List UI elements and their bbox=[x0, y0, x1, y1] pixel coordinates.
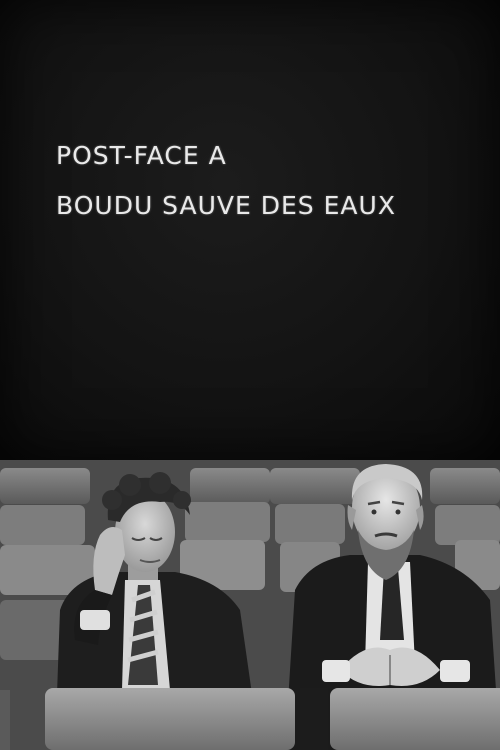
title-card: POST-FACE A BOUDU SAUVE DES EAUX bbox=[0, 0, 500, 460]
title-line-1: POST-FACE A bbox=[56, 141, 227, 170]
poster: POST-FACE A BOUDU SAUVE DES EAUX bbox=[0, 0, 500, 750]
title-line-2: BOUDU SAUVE DES EAUX bbox=[56, 191, 396, 220]
cinema-photograph bbox=[0, 460, 500, 750]
photo-illustration bbox=[0, 460, 500, 750]
seat-row-front bbox=[0, 688, 500, 750]
